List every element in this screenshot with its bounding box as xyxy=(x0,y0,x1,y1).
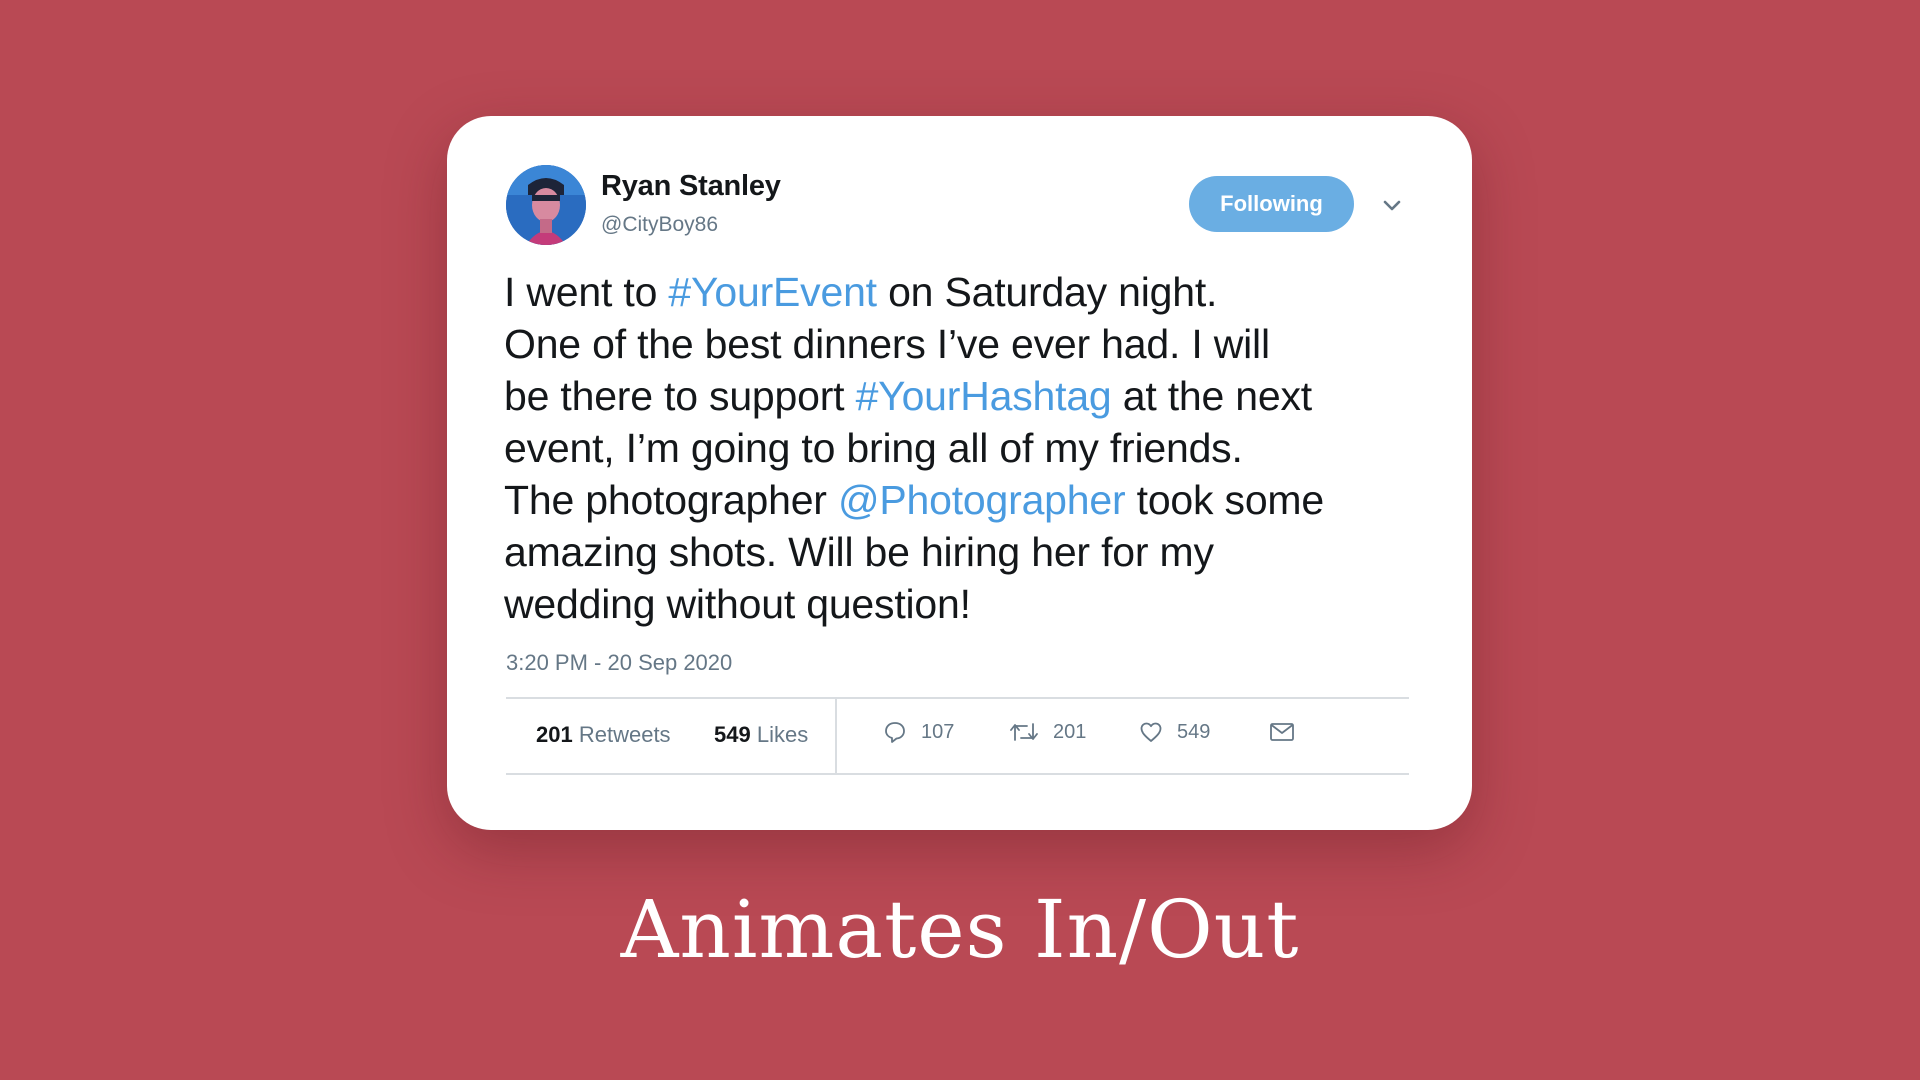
tweet-text-segment: I went to xyxy=(504,269,669,315)
chevron-down-icon[interactable] xyxy=(1381,194,1403,216)
avatar[interactable] xyxy=(506,165,586,245)
retweets-stat[interactable]: 201 Retweets xyxy=(536,722,671,748)
hashtag-link[interactable]: #YourHashtag xyxy=(856,373,1112,419)
tweet-text-line: wedding without question! xyxy=(504,578,1424,630)
tweet-text-segment: wedding without question! xyxy=(504,581,971,627)
divider xyxy=(835,699,837,773)
reply-icon xyxy=(883,720,907,744)
divider xyxy=(506,697,1409,699)
tweet-text-segment: at the next xyxy=(1111,373,1312,419)
retweet-icon xyxy=(1009,720,1039,744)
tweet-text-line: be there to support #YourHashtag at the … xyxy=(504,370,1424,422)
hashtag-link[interactable]: #YourEvent xyxy=(668,269,877,315)
reply-count: 107 xyxy=(921,720,955,743)
slide: Ryan Stanley @CityBoy86 Following I went… xyxy=(0,0,1920,1080)
tweet-text-line: I went to #YourEvent on Saturday night. xyxy=(504,266,1424,318)
tweet-text-segment: amazing shots. Will be hiring her for my xyxy=(504,529,1214,575)
direct-message-button[interactable] xyxy=(1269,720,1295,744)
following-button[interactable]: Following xyxy=(1189,176,1354,232)
likes-stat[interactable]: 549 Likes xyxy=(714,722,808,748)
tweet-text-line: event, I’m going to bring all of my frie… xyxy=(504,422,1424,474)
tweet-text-line: amazing shots. Will be hiring her for my xyxy=(504,526,1424,578)
tweet-text-segment: One of the best dinners I’ve ever had. I… xyxy=(504,321,1270,367)
user-name[interactable]: Ryan Stanley xyxy=(601,170,781,203)
tweet-text-segment: took some xyxy=(1125,477,1325,523)
tweet-timestamp[interactable]: 3:20 PM - 20 Sep 2020 xyxy=(506,650,732,676)
likes-stat-count: 549 xyxy=(714,722,751,747)
reply-button[interactable]: 107 xyxy=(883,720,954,744)
tweet-text-segment: be there to support xyxy=(504,373,856,419)
tweet-text: I went to #YourEvent on Saturday night. O… xyxy=(504,266,1424,630)
like-button[interactable]: 549 xyxy=(1139,720,1210,744)
retweets-stat-count: 201 xyxy=(536,722,573,747)
tweet-text-segment: event, I’m going to bring all of my frie… xyxy=(504,425,1243,471)
tweet-text-segment: The photographer xyxy=(504,477,838,523)
slide-caption: Animates In/Out xyxy=(620,883,1300,976)
tweet-text-line: The photographer @Photographer took some xyxy=(504,474,1424,526)
retweet-count: 201 xyxy=(1053,720,1087,743)
envelope-icon xyxy=(1269,720,1295,744)
tweet-text-segment: on Saturday night. xyxy=(876,269,1218,315)
likes-stat-label: Likes xyxy=(756,722,809,747)
retweet-button[interactable]: 201 xyxy=(1009,720,1086,744)
retweets-stat-label: Retweets xyxy=(578,722,671,747)
divider xyxy=(506,773,1409,775)
heart-icon xyxy=(1139,720,1163,744)
tweet-card: Ryan Stanley @CityBoy86 Following I went… xyxy=(447,116,1472,830)
user-handle[interactable]: @CityBoy86 xyxy=(601,213,718,237)
like-count: 549 xyxy=(1177,720,1211,743)
tweet-text-line: One of the best dinners I’ve ever had. I… xyxy=(504,318,1424,370)
mention-link[interactable]: @Photographer xyxy=(838,477,1126,523)
